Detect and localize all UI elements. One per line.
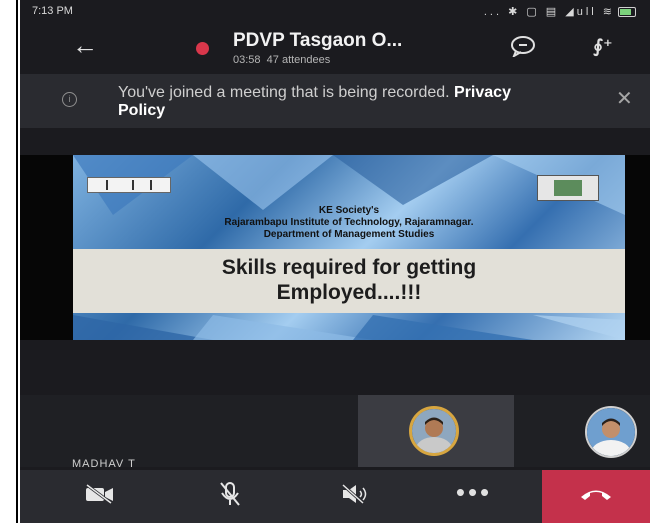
hang-up-button[interactable] [542, 470, 650, 523]
recording-dot-icon [196, 42, 209, 55]
presentation-slide: KE Society's Rajarambapu Institute of Te… [73, 155, 625, 340]
status-time: 7:13 PM [32, 5, 73, 17]
status-bar: 7:13 PM ... ✱ ▢ ▤ ◢ull ≋ [20, 0, 650, 22]
meeting-duration: 03:58 [233, 54, 261, 66]
teams-meeting-screen: 7:13 PM ... ✱ ▢ ▤ ◢ull ≋ ← PDVP Tasgaon … [20, 0, 650, 523]
arrow-left-icon[interactable]: ← [72, 32, 98, 58]
avatar[interactable] [409, 406, 459, 456]
avatar[interactable] [585, 406, 637, 458]
more-options-button[interactable]: ••• [434, 470, 514, 523]
slide-title-band: Skills required for getting Employed....… [73, 249, 625, 313]
status-icons: ... ✱ ▢ ▤ ◢ull ≋ [484, 5, 636, 18]
meeting-attendees: 47 attendees [266, 54, 331, 66]
recording-notice-banner: i You've joined a meeting that is being … [20, 74, 650, 128]
speaker-off-icon [341, 483, 371, 510]
slide-headline-line1: Skills required for getting [221, 256, 477, 279]
recording-notice-text: You've joined a meeting that is being re… [118, 84, 538, 120]
meeting-header: ← PDVP Tasgaon O... 03:58 47 attendees ∮… [20, 22, 650, 74]
slide-institute: Rajarambapu Institute of Technology, Raj… [224, 217, 474, 228]
mic-toggle-button[interactable] [190, 470, 270, 523]
more-icon: ••• [455, 476, 493, 507]
people-add-icon[interactable]: ∮⁺ [593, 36, 613, 57]
recording-notice-message: You've joined a meeting that is being re… [118, 84, 450, 101]
meeting-title[interactable]: PDVP Tasgaon O... [233, 30, 402, 52]
mic-off-icon [218, 481, 242, 512]
institute-logo-right [537, 175, 599, 201]
chat-icon[interactable] [510, 35, 536, 59]
shared-content-area: KE Society's Rajarambapu Institute of Te… [20, 155, 650, 340]
slide-headline: Skills required for getting Employed....… [73, 255, 625, 305]
info-icon: i [62, 92, 77, 107]
institute-logo-left [87, 177, 171, 193]
participant-name: MADHAV T [72, 458, 136, 470]
battery-icon [618, 7, 636, 18]
slide-department: Department of Management Studies [263, 229, 435, 240]
hang-up-icon [579, 486, 613, 507]
call-controls: ••• [20, 470, 650, 523]
speaker-toggle-button[interactable] [316, 470, 396, 523]
screenshot-border [16, 0, 18, 523]
slide-society: KE Society's [318, 205, 380, 216]
participant-gallery [20, 395, 650, 467]
meeting-subtitle: 03:58 47 attendees [233, 54, 330, 66]
video-off-icon [85, 483, 115, 509]
status-icons-text: ... ✱ ▢ ▤ ◢ull ≋ [483, 6, 615, 18]
slide-headline-line2: Employed....!!! [276, 281, 422, 304]
video-toggle-button[interactable] [60, 470, 140, 523]
close-icon[interactable]: ✕ [616, 86, 633, 111]
